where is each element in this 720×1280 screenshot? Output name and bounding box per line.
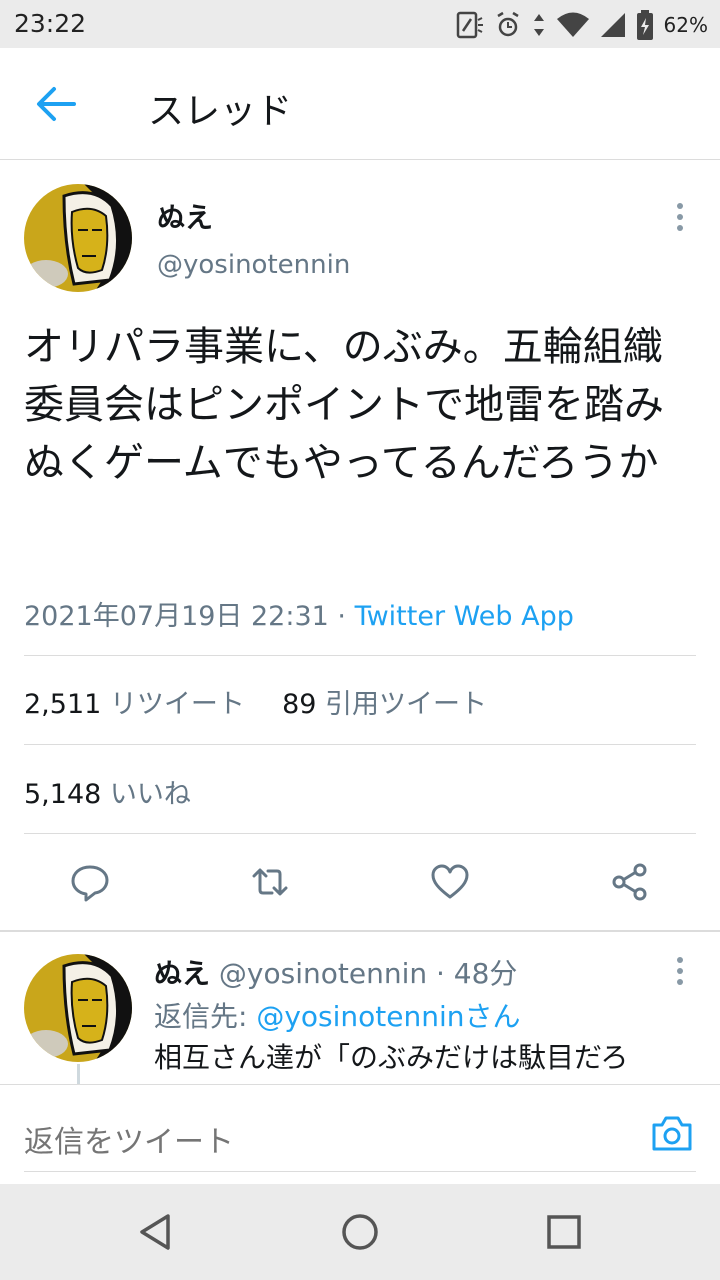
author-handle[interactable]: @yosinotennin (157, 250, 350, 280)
reply-text: 相互さん達が「のぶみだけは駄目だろ (154, 1041, 629, 1074)
retweets-count: 2,511 (24, 689, 102, 720)
reply-compose-bar (0, 1084, 720, 1184)
tweet-source[interactable]: Twitter Web App (355, 601, 574, 632)
reply-author-handle[interactable]: @yosinotennin (219, 957, 427, 990)
share-icon[interactable] (610, 862, 650, 902)
tweet-date: 2021年07月19日 22:31 (24, 601, 329, 632)
author-name[interactable]: ぬえ (157, 196, 213, 236)
likes-link[interactable]: 5,148 いいね (24, 772, 191, 811)
section-separator (0, 930, 720, 932)
page-title: スレッド (148, 91, 293, 132)
likes-count: 5,148 (24, 779, 102, 810)
signal-icon (600, 13, 625, 37)
meta-separator: · (328, 601, 355, 632)
arrow-left-icon[interactable] (34, 84, 78, 124)
reply-input[interactable] (24, 1085, 624, 1171)
tweet-meta: 2021年07月19日 22:31 · Twitter Web App (24, 594, 574, 633)
system-nav-bar (0, 1184, 720, 1280)
data-arrows-icon (533, 14, 544, 36)
reply-to-handle[interactable]: @yosinotenninさん (256, 1000, 520, 1033)
reply-author-name[interactable]: ぬえ (154, 957, 210, 990)
tweet-text: オリパラ事業に、のぶみ。五輪組織委員会はピンポイントで地雷を踏みぬくゲームでもや… (24, 324, 664, 486)
retweet-icon[interactable] (250, 862, 290, 902)
reply-header: ぬえ @yosinotennin · 48分 (154, 952, 517, 992)
status-bar: 23:22 62% (0, 0, 720, 48)
alarm-icon (496, 11, 519, 37)
nav-home-icon[interactable] (340, 1212, 380, 1252)
like-icon[interactable] (430, 862, 470, 902)
more-options-icon[interactable] (670, 200, 690, 236)
status-icons: 62% (454, 8, 708, 42)
quotes-link[interactable]: 89 引用ツイート (282, 689, 487, 720)
avatar[interactable] (24, 184, 132, 292)
likes-label: いいね (109, 779, 191, 810)
compose-underline (24, 1171, 696, 1172)
avatar-image (24, 184, 132, 292)
reply-time: · 48分 (427, 957, 518, 990)
wifi-icon (556, 12, 589, 37)
camera-icon[interactable] (650, 1113, 694, 1153)
reply-avatar[interactable] (24, 954, 132, 1062)
avatar-image (24, 954, 132, 1062)
status-time: 23:22 (14, 9, 87, 38)
nav-recents-icon[interactable] (544, 1212, 584, 1252)
divider (24, 833, 696, 834)
reply-to-label: 返信先: (154, 1000, 257, 1033)
retweets-label: リツイート (109, 689, 245, 720)
quotes-count: 89 (282, 689, 317, 720)
nav-back-icon[interactable] (136, 1212, 176, 1252)
retweets-link[interactable]: 2,511 リツイート (24, 689, 245, 720)
battery-icon (636, 10, 653, 40)
thread-header: スレッド (0, 48, 720, 160)
reply-to-line: 返信先: @yosinotenninさん (154, 995, 521, 1035)
nfc-icon (456, 11, 483, 39)
retweet-stats: 2,511 リツイート 89 引用ツイート (24, 682, 487, 721)
tweet-actions (0, 846, 720, 918)
reply-icon[interactable] (70, 862, 110, 902)
divider (24, 655, 696, 656)
divider (24, 744, 696, 745)
quotes-label: 引用ツイート (325, 689, 488, 720)
reply-more-options-icon[interactable] (670, 954, 690, 990)
battery-percent: 62% (663, 13, 708, 37)
